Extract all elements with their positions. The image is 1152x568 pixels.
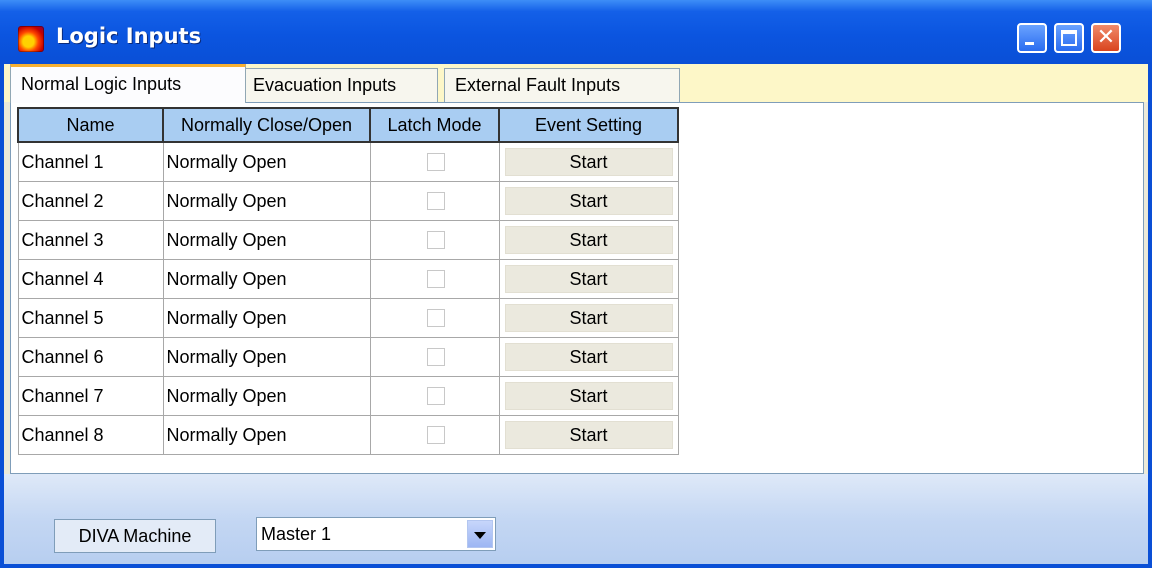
start-button[interactable]: Start [504,382,673,410]
column-header-normally-close-open[interactable]: Normally Close/Open [162,107,371,143]
tab-evacuation-inputs[interactable]: Evacuation Inputs [242,68,438,102]
latch-mode-cell [369,141,500,182]
close-button[interactable]: ✕ [1091,23,1121,53]
latch-mode-cell [369,298,500,338]
latch-mode-checkbox[interactable] [427,348,445,366]
channel-name-cell[interactable]: Channel 1 [17,141,164,182]
client-area: Normal Logic Inputs Evacuation Inputs Ex… [4,64,1148,564]
latch-mode-checkbox[interactable] [427,231,445,249]
tab-normal-logic-inputs[interactable]: Normal Logic Inputs [10,64,246,103]
event-setting-cell: Start [498,181,679,221]
start-button[interactable]: Start [504,226,673,254]
table-row: Channel 4 Normally Open Start [17,259,679,299]
latch-mode-checkbox[interactable] [427,309,445,327]
start-button[interactable]: Start [504,187,673,215]
contact-mode-cell[interactable]: Normally Open [162,415,371,455]
contact-mode-cell[interactable]: Normally Open [162,376,371,416]
latch-mode-cell [369,181,500,221]
contact-mode-cell[interactable]: Normally Open [162,181,371,221]
tab-external-fault-inputs[interactable]: External Fault Inputs [444,68,680,102]
contact-mode-cell[interactable]: Normally Open [162,337,371,377]
column-header-name[interactable]: Name [17,107,164,143]
latch-mode-cell [369,376,500,416]
latch-mode-cell [369,337,500,377]
column-header-latch-mode[interactable]: Latch Mode [369,107,500,143]
channel-name-cell[interactable]: Channel 8 [17,415,164,455]
table-row: Channel 2 Normally Open Start [17,181,679,221]
latch-mode-cell [369,415,500,455]
channel-name-cell[interactable]: Channel 4 [17,259,164,299]
tab-label: External Fault Inputs [455,75,621,95]
dropdown-button[interactable] [467,520,493,548]
start-button[interactable]: Start [504,421,673,449]
latch-mode-checkbox[interactable] [427,387,445,405]
contact-mode-cell[interactable]: Normally Open [162,220,371,260]
event-setting-cell: Start [498,220,679,260]
logic-inputs-table: Name Normally Close/Open Latch Mode Even… [17,107,679,455]
bottom-bar: DIVA Machine Master 1 [4,474,1148,564]
start-button[interactable]: Start [504,304,673,332]
logic-inputs-window: Logic Inputs ✕ Normal Logic Inputs Evacu… [0,0,1152,568]
app-icon[interactable] [18,26,44,52]
event-setting-cell: Start [498,376,679,416]
machine-select[interactable]: Master 1 [256,517,496,551]
contact-mode-cell[interactable]: Normally Open [162,298,371,338]
table-row: Channel 7 Normally Open Start [17,376,679,416]
minimize-button[interactable] [1017,23,1047,53]
maximize-button[interactable] [1054,23,1084,53]
column-header-event-setting[interactable]: Event Setting [498,107,679,143]
channel-name-cell[interactable]: Channel 5 [17,298,164,338]
channel-name-cell[interactable]: Channel 2 [17,181,164,221]
table-row: Channel 6 Normally Open Start [17,337,679,377]
event-setting-cell: Start [498,141,679,182]
latch-mode-checkbox[interactable] [427,153,445,171]
table-header-row: Name Normally Close/Open Latch Mode Even… [17,107,679,143]
diva-machine-label: DIVA Machine [54,519,216,553]
table-row: Channel 5 Normally Open Start [17,298,679,338]
machine-select-value: Master 1 [261,524,332,544]
tab-label: Evacuation Inputs [253,75,397,95]
close-icon: ✕ [1096,25,1116,50]
latch-mode-cell [369,220,500,260]
title-bar[interactable]: Logic Inputs ✕ [0,0,1152,64]
tab-panel: Name Normally Close/Open Latch Mode Even… [10,102,1144,474]
minimize-icon [1025,42,1034,45]
channel-name-cell[interactable]: Channel 3 [17,220,164,260]
start-button[interactable]: Start [504,265,673,293]
latch-mode-checkbox[interactable] [427,270,445,288]
contact-mode-cell[interactable]: Normally Open [162,141,371,182]
event-setting-cell: Start [498,298,679,338]
table-row: Channel 3 Normally Open Start [17,220,679,260]
chevron-down-icon [474,532,486,539]
event-setting-cell: Start [498,415,679,455]
maximize-icon [1061,30,1077,46]
latch-mode-checkbox[interactable] [427,192,445,210]
latch-mode-cell [369,259,500,299]
start-button[interactable]: Start [504,343,673,371]
start-button[interactable]: Start [504,148,673,176]
channel-name-cell[interactable]: Channel 7 [17,376,164,416]
table-row: Channel 1 Normally Open Start [17,141,679,182]
tab-label: Normal Logic Inputs [21,74,182,94]
contact-mode-cell[interactable]: Normally Open [162,259,371,299]
window-title: Logic Inputs [56,24,202,48]
event-setting-cell: Start [498,259,679,299]
table-row: Channel 8 Normally Open Start [17,415,679,455]
event-setting-cell: Start [498,337,679,377]
tab-strip: Normal Logic Inputs Evacuation Inputs Ex… [4,64,1148,103]
channel-name-cell[interactable]: Channel 6 [17,337,164,377]
latch-mode-checkbox[interactable] [427,426,445,444]
